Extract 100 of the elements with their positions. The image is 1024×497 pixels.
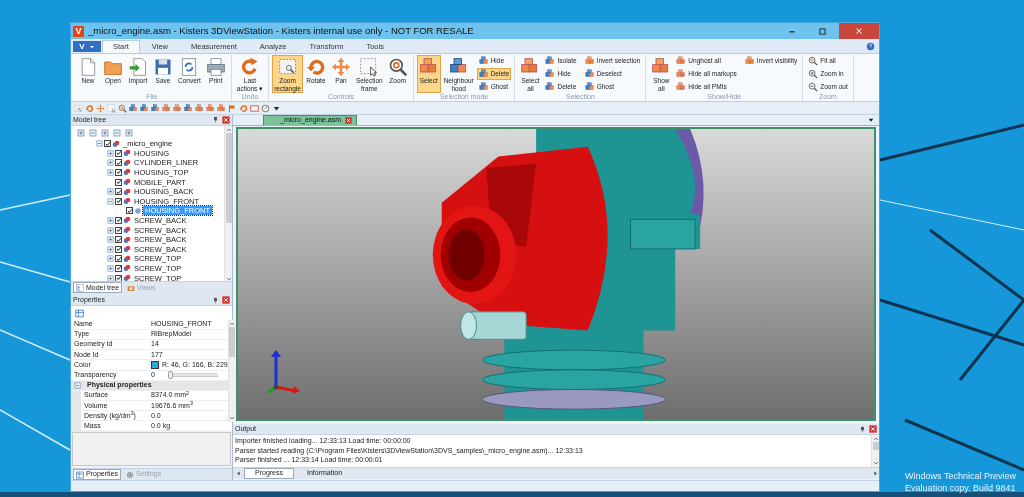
color-swatch[interactable] [151, 360, 159, 369]
magnifier-icon [387, 57, 408, 77]
cubes-icon [584, 82, 595, 92]
page-arrow-icon [128, 57, 148, 77]
left-arrow-icon[interactable] [235, 470, 242, 477]
zoom-box-icon [277, 57, 298, 77]
dropdown-arrow-icon[interactable] [867, 116, 875, 124]
viewport[interactable] [236, 127, 876, 421]
cubes-icon [545, 82, 556, 92]
watermark-text: Windows Technical Preview [905, 470, 1016, 482]
four-way-arrow-icon[interactable] [96, 103, 105, 113]
checkbox[interactable] [115, 236, 122, 244]
close-icon[interactable] [222, 296, 230, 305]
flag-icon[interactable] [228, 103, 237, 113]
cubes-icon[interactable] [129, 103, 138, 113]
checkbox[interactable] [115, 216, 122, 224]
scrollbar[interactable] [224, 125, 232, 283]
cubes-icon [584, 56, 595, 66]
checkbox[interactable] [115, 245, 122, 253]
magnifier-icon[interactable] [118, 103, 127, 113]
scrollbar[interactable] [227, 319, 235, 422]
zoom-in-icon [808, 69, 819, 79]
checkbox[interactable] [104, 140, 111, 148]
plus-box-icon[interactable] [101, 128, 109, 137]
table-icon[interactable] [75, 308, 84, 318]
checkbox[interactable] [115, 159, 122, 167]
zoom-box-icon[interactable] [74, 103, 83, 113]
cubes-icon[interactable] [217, 103, 226, 113]
scrollbar[interactable] [871, 435, 879, 467]
scroll-up-icon[interactable] [228, 320, 235, 327]
checkbox[interactable] [115, 264, 122, 272]
table-icon [76, 470, 84, 479]
scroll-up-icon[interactable] [872, 436, 879, 442]
window-title: _micro_engine.asm - Kisters 3DViewStation - Kisters internal use only - NOT FOR RESALE [88, 25, 475, 37]
maximize-icon [817, 26, 827, 36]
cubes-icon[interactable] [206, 103, 215, 113]
printer-icon [205, 57, 226, 77]
plus-box-icon[interactable] [125, 128, 133, 137]
rotate-icon[interactable] [85, 103, 94, 113]
four-way-arrow-icon [330, 57, 351, 77]
right-arrow-icon[interactable] [872, 470, 879, 477]
slider-track[interactable] [167, 371, 218, 380]
cubes-icon [744, 56, 755, 66]
rotate-icon[interactable] [239, 103, 248, 113]
scroll-down-icon[interactable] [872, 460, 879, 466]
cubes-icon [478, 82, 489, 92]
watermark-text: Evaluation copy. Build 9841 [905, 482, 1016, 494]
zoom-out-icon [808, 82, 819, 92]
close-icon[interactable] [345, 117, 353, 124]
help-icon[interactable] [866, 42, 875, 51]
checkbox[interactable] [115, 226, 122, 234]
scroll-down-icon[interactable] [228, 414, 235, 421]
app-menu-button[interactable]: V [73, 41, 101, 52]
camera-icon [127, 283, 136, 292]
rotate-icon [305, 57, 326, 77]
close-icon[interactable] [222, 115, 230, 124]
cubes-icon [676, 82, 687, 92]
slider-thumb[interactable] [167, 371, 173, 380]
cubes-icon [584, 69, 595, 79]
scroll-down-icon[interactable] [225, 275, 232, 282]
sphere-icon [134, 206, 142, 215]
cubes-icon[interactable] [195, 103, 204, 113]
cubes-icon[interactable] [184, 103, 193, 113]
cubes-icon [545, 69, 556, 79]
checkbox[interactable] [115, 168, 122, 176]
checkbox[interactable] [115, 188, 122, 196]
cubes-icon [478, 56, 489, 66]
tree-icon [76, 283, 84, 292]
axis-triad-icon [266, 349, 300, 395]
rectangle-icon[interactable] [250, 103, 259, 113]
cubes-icon[interactable] [140, 103, 149, 113]
cubes-icon[interactable] [151, 103, 160, 113]
minus-box-icon[interactable] [74, 381, 81, 389]
cubes-icon[interactable] [173, 103, 182, 113]
cubes-icon[interactable] [162, 103, 171, 113]
minus-box-icon[interactable] [113, 128, 121, 137]
pin-icon[interactable] [859, 425, 866, 433]
caret-icon [88, 43, 95, 50]
close-icon [854, 26, 864, 36]
checkbox[interactable] [126, 207, 133, 215]
cubes-icon [545, 56, 556, 66]
checkbox[interactable] [115, 178, 122, 186]
close-icon[interactable] [869, 425, 877, 433]
pin-icon[interactable] [212, 116, 219, 124]
dashed-frame-icon[interactable] [107, 103, 116, 113]
dashed-frame-icon [359, 57, 380, 77]
checkbox[interactable] [115, 255, 122, 263]
checkbox[interactable] [115, 149, 122, 157]
scroll-up-icon[interactable] [225, 126, 232, 133]
magnifier-icon [808, 56, 819, 66]
curved-arrow-icon [239, 57, 260, 77]
gear-icon [125, 470, 134, 479]
checkbox[interactable] [115, 197, 122, 205]
pin-icon[interactable] [212, 296, 219, 304]
app-logo: V [73, 25, 84, 37]
plus-box-icon[interactable] [77, 128, 85, 137]
cubes-icon [676, 69, 687, 79]
minus-box-icon[interactable] [89, 128, 97, 137]
cubes-icon [478, 69, 489, 79]
cubes-icon [676, 56, 687, 66]
